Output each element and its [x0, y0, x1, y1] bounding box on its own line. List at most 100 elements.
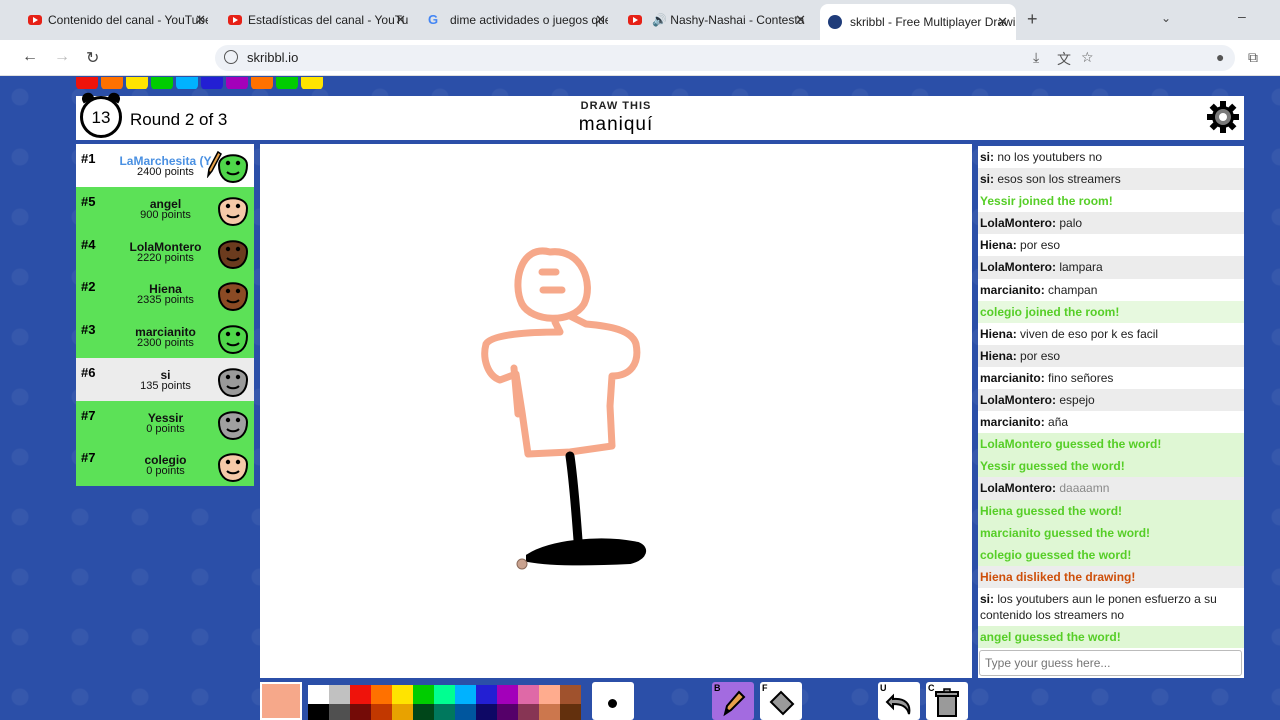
- color-swatch[interactable]: [497, 704, 518, 720]
- drawing-canvas[interactable]: [260, 144, 972, 678]
- youtube-icon: [28, 15, 42, 25]
- profile-icon[interactable]: ●: [1216, 49, 1224, 65]
- minimize-icon[interactable]: –: [1238, 8, 1246, 24]
- player-points: 900 points: [140, 208, 191, 221]
- color-swatch[interactable]: [329, 685, 350, 706]
- gear-icon[interactable]: [1206, 100, 1240, 134]
- brush-size-button[interactable]: [592, 682, 634, 720]
- tab-title: 🔊 Nashy-Nashai - Contesta El: [652, 13, 808, 27]
- chat-text: angel guessed the word!: [980, 629, 1121, 644]
- player-points: 0 points: [146, 465, 185, 478]
- color-swatch[interactable]: [476, 704, 497, 720]
- color-swatch[interactable]: [371, 704, 392, 720]
- draw-this-label: DRAW THIS: [580, 100, 652, 112]
- color-swatch[interactable]: [350, 704, 371, 720]
- chat-message: LolaMontero: palo: [978, 212, 1244, 235]
- color-swatch[interactable]: [539, 685, 560, 706]
- chat-message: Hiena: por eso: [978, 344, 1244, 367]
- close-icon[interactable]: ✕: [997, 14, 1008, 30]
- player-row[interactable]: #4 LolaMontero 2220 points: [76, 229, 254, 273]
- guess-input[interactable]: [979, 650, 1242, 676]
- color-swatch[interactable]: [497, 685, 518, 706]
- translate-icon[interactable]: 文: [1057, 49, 1071, 69]
- browser-tab-active[interactable]: skribbl - Free Multiplayer Drawi ✕: [820, 4, 1016, 40]
- color-swatch[interactable]: [308, 685, 329, 706]
- player-rank: #3: [81, 322, 96, 337]
- player-row[interactable]: #3 marcianito 2300 points: [76, 315, 254, 358]
- color-palette: [308, 685, 588, 720]
- color-swatch[interactable]: [560, 685, 581, 706]
- avatar: [217, 325, 249, 355]
- avatar: [217, 282, 249, 312]
- reload-icon[interactable]: ↻: [86, 48, 99, 68]
- color-swatch[interactable]: [392, 685, 413, 706]
- avatar: [217, 410, 249, 440]
- drawing: [481, 247, 647, 570]
- color-swatch[interactable]: [413, 685, 434, 706]
- chat-text: Hiena disliked the drawing!: [980, 569, 1136, 584]
- color-swatch[interactable]: [518, 685, 539, 706]
- clear-button[interactable]: C: [926, 682, 968, 720]
- youtube-icon: [228, 15, 242, 25]
- color-swatch[interactable]: [434, 685, 455, 706]
- browser-tab[interactable]: 🔊 Nashy-Nashai - Contesta El ✕: [628, 8, 808, 32]
- player-row[interactable]: #2 Hiena 2335 points: [76, 272, 254, 315]
- chat-text: esos son los streamers: [997, 172, 1121, 187]
- color-swatch[interactable]: [455, 685, 476, 706]
- browser-tab[interactable]: Estadísticas del canal - YouTube ✕: [228, 8, 408, 32]
- chat-text: fino señores: [1048, 370, 1114, 385]
- new-tab-icon[interactable]: +: [1027, 9, 1038, 30]
- color-swatch[interactable]: [350, 685, 371, 706]
- back-icon[interactable]: ←: [22, 48, 38, 66]
- chat-text: espejo: [1059, 393, 1095, 408]
- chat-text: por eso: [1020, 348, 1061, 363]
- chat-panel: si: no los youtubers no si: esos son los …: [978, 146, 1244, 678]
- tab-title: Estadísticas del canal - YouTube: [248, 13, 408, 27]
- player-points: 2300 points: [137, 337, 194, 349]
- extensions-icon[interactable]: ⧉: [1248, 49, 1258, 66]
- color-swatch[interactable]: [371, 685, 392, 706]
- player-row[interactable]: #7 Yessir 0 points: [76, 400, 254, 444]
- bookmark-star-icon[interactable]: ☆: [1081, 49, 1094, 66]
- avatar: [217, 239, 249, 269]
- color-swatch[interactable]: [455, 704, 476, 720]
- site-info-icon[interactable]: [224, 50, 238, 64]
- browser-tab[interactable]: G dime actividades o juegos que p ✕: [428, 8, 608, 32]
- player-row[interactable]: #6 si 135 points: [76, 357, 254, 401]
- undo-button[interactable]: U: [878, 682, 920, 720]
- color-swatch[interactable]: [308, 704, 329, 720]
- forward-icon[interactable]: →: [54, 48, 70, 66]
- google-icon: G: [428, 12, 439, 27]
- fill-tool-button[interactable]: F: [760, 682, 802, 720]
- close-icon[interactable]: ✕: [595, 12, 606, 28]
- chat-text: palo: [1059, 216, 1083, 231]
- timer-clock-icon: 13: [80, 96, 122, 138]
- color-swatch[interactable]: [329, 704, 350, 720]
- color-swatch[interactable]: [413, 704, 434, 720]
- brush-tool-button[interactable]: B: [712, 682, 754, 720]
- install-icon[interactable]: ⤓: [1033, 49, 1039, 66]
- color-swatch[interactable]: [476, 685, 497, 706]
- color-swatch[interactable]: [392, 704, 413, 720]
- color-swatch[interactable]: [539, 704, 560, 720]
- chat-username: si: [980, 150, 991, 164]
- chat-text: champan: [1048, 282, 1098, 297]
- chat-text: aña: [1048, 415, 1069, 430]
- color-swatch[interactable]: [560, 704, 581, 720]
- browser-tab[interactable]: Contenido del canal - YouTube ✕: [28, 8, 208, 32]
- chat-text: Yessir guessed the word!: [980, 459, 1125, 474]
- close-icon[interactable]: ✕: [195, 12, 206, 28]
- close-icon[interactable]: ✕: [395, 12, 406, 28]
- trash-icon: [935, 688, 959, 717]
- close-icon[interactable]: ✕: [795, 12, 806, 28]
- color-swatch[interactable]: [518, 704, 539, 720]
- player-row[interactable]: #7 colegio 0 points: [76, 443, 254, 486]
- chat-text: daaaamn: [1059, 481, 1110, 496]
- chat-text: marcianito guessed the word!: [980, 525, 1151, 540]
- player-row[interactable]: #1 LaMarchesita (Y 2400 points: [76, 144, 254, 187]
- player-rank: #5: [81, 193, 96, 209]
- chevron-down-icon[interactable]: ⌄: [1161, 11, 1171, 25]
- player-points: 135 points: [140, 379, 191, 392]
- color-swatch[interactable]: [434, 704, 455, 720]
- player-row[interactable]: #5 angel 900 points: [76, 186, 254, 230]
